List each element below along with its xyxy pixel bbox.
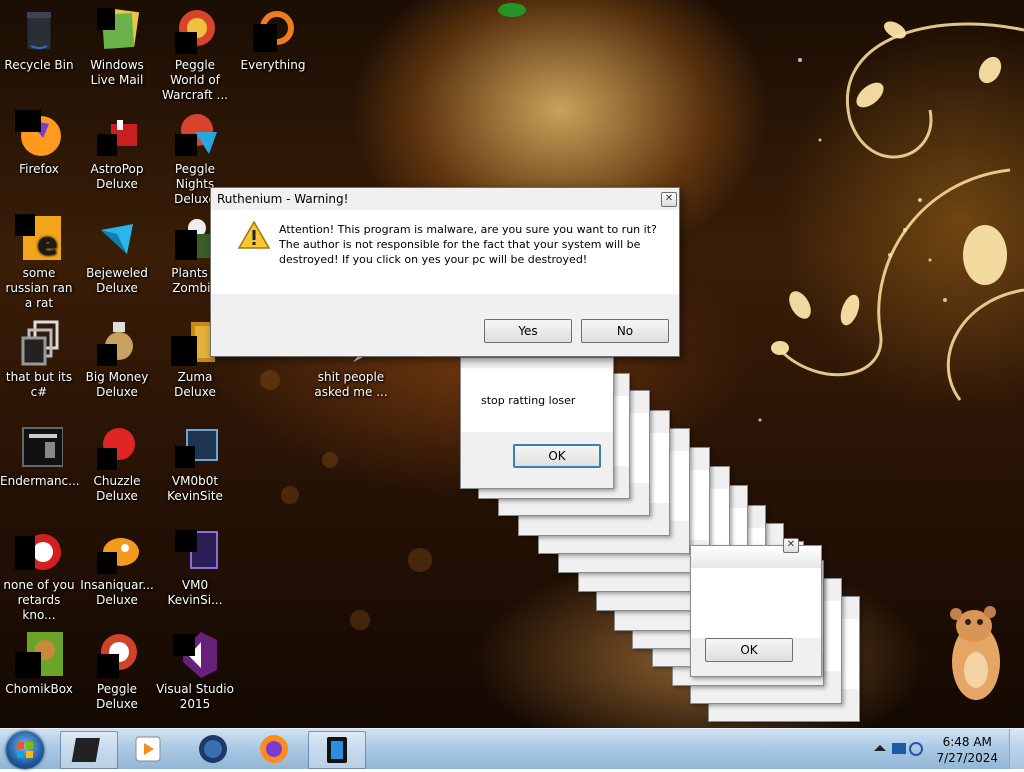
windows-logo-icon [17,742,33,758]
taskbar-item-media-player[interactable] [120,731,176,767]
desktop-icon-recycle-bin[interactable]: Recycle Bin [0,0,78,73]
stop-ratting-dialog[interactable]: stop ratting loser OK [460,357,614,489]
desktop-icon-vm0b0t-kevinsite[interactable]: VM0b0t KevinSite [156,416,234,504]
close-icon[interactable]: ✕ [661,192,677,207]
icon-label: that but its c# [5,370,73,399]
media-player-icon [135,736,161,762]
svg-text:e: e [37,227,57,262]
recycle-bin-icon [15,6,63,54]
icon-label: Zuma Deluxe [174,370,216,399]
desktop-icon-firefox[interactable]: Firefox [0,104,78,177]
icon-label: Firefox [19,162,59,176]
visual-studio-icon [171,630,219,678]
icon-label: Everything [240,58,306,72]
app-icon [171,526,219,574]
icon-label: Recycle Bin [4,58,74,72]
tray-icons [874,742,923,756]
icon-label: Bejeweled Deluxe [86,266,148,295]
globe-icon [199,735,227,763]
icon-label: shit people asked me ... [314,370,388,399]
popup-window-back[interactable]: ✕ OK [690,538,822,677]
icon-label: Peggle Deluxe [96,682,138,711]
clock-time: 6:48 AM [942,735,992,749]
desktop: Recycle Bin Firefox e some russian ran a… [0,0,1024,728]
desktop-icon-peggle-deluxe[interactable]: Peggle Deluxe [78,624,156,712]
title-bar [691,546,821,568]
dialog-body: Attention! This program is malware, are … [211,210,679,294]
desktop-icon-chomikbox[interactable]: ChomikBox [0,624,78,697]
icon-label: Insaniquar... Deluxe [80,578,154,607]
icon-label: none of you retards kno... [3,578,75,622]
hamster-image [950,606,1000,700]
app-icon [93,318,141,366]
icon-label: AstroPop Deluxe [90,162,144,191]
desktop-icon-astropop-deluxe[interactable]: AstroPop Deluxe [78,104,156,192]
app-icon [15,318,63,366]
icon-label: VM0b0t KevinSite [167,474,223,503]
ok-button[interactable]: OK [513,444,601,468]
desktop-icon-bejeweled-deluxe[interactable]: Bejeweled Deluxe [78,208,156,296]
taskbar: 6:48 AM 7/27/2024 [0,728,1024,769]
ok-button[interactable]: OK [705,638,793,662]
icon-label: VM0 KevinSi... [167,578,223,607]
clock-date: 7/27/2024 [936,751,998,765]
desktop-icon-windows-live-mail[interactable]: Windows Live Mail [78,0,156,88]
desktop-icon-everything[interactable]: Everything [234,0,312,73]
app-icon [93,422,141,470]
firefox-icon [15,110,63,158]
dialog-message: Attention! This program is malware, are … [279,223,657,266]
desktop-icon-big-money-deluxe[interactable]: Big Money Deluxe [78,312,156,400]
window-icon [327,737,347,763]
desktop-icon-some-russian-ran-a-rat[interactable]: e some russian ran a rat [0,208,78,311]
icon-label: some russian ran a rat [5,266,73,310]
desktop-icon-visual-studio-2015[interactable]: Visual Studio 2015 [156,624,234,712]
app-icon [71,738,100,762]
icon-label: ChomikBox [5,682,73,696]
show-desktop-button[interactable] [1009,729,1024,769]
app-icon [93,630,141,678]
popup-content [691,568,821,638]
app-icon [15,526,63,574]
icon-label: Chuzzle Deluxe [93,474,141,503]
close-icon[interactable]: ✕ [783,538,799,553]
dialog-title: Ruthenium - Warning! [217,192,349,206]
yes-button[interactable]: Yes [484,319,572,343]
system-tray: 6:48 AM 7/27/2024 [864,729,1024,769]
icon-label: Big Money Deluxe [85,370,149,399]
app-icon: e [15,214,63,262]
warning-icon [237,220,271,249]
desktop-icon-endermanch[interactable]: Endermanc... [0,416,80,489]
start-button[interactable] [6,731,44,769]
app-icon [15,630,63,678]
icon-label: Peggle World of Warcraft ... [162,58,228,102]
clock[interactable]: 6:48 AM 7/27/2024 [936,734,998,766]
gem-icon [93,214,141,262]
desktop-icon-insaniquarium-deluxe[interactable]: Insaniquar... Deluxe [78,520,156,608]
taskbar-item-firefox[interactable] [246,731,302,767]
desktop-icon-peggle-world-of-warcraft[interactable]: Peggle World of Warcraft ... [156,0,234,103]
fish-icon [93,526,141,574]
dialog-message: stop ratting loser [481,394,576,407]
taskbar-item-app[interactable] [60,731,118,769]
desktop-icon-none-of-you[interactable]: none of you retards kno... [0,520,78,623]
app-icon [15,422,64,470]
no-button[interactable]: No [581,319,669,343]
search-icon [249,6,297,54]
taskbar-item-popup[interactable] [308,731,366,769]
desktop-icon-vm0-kevinsite[interactable]: VM0 KevinSi... [156,520,234,608]
warning-dialog[interactable]: Ruthenium - Warning! ✕ Attention! This p… [210,187,680,357]
desktop-icon-chuzzle-deluxe[interactable]: Chuzzle Deluxe [78,416,156,504]
app-icon [171,422,219,470]
app-icon [93,110,141,158]
app-icon [171,6,219,54]
taskbar-item-globe[interactable] [185,731,241,767]
icon-label: Endermanc... [0,474,80,488]
desktop-icon-that-but-its-c[interactable]: that but its c# [0,312,78,400]
icon-label: Visual Studio 2015 [156,682,234,711]
firefox-icon [260,735,288,763]
mail-icon [93,6,141,54]
app-icon [171,110,219,158]
icon-label: Windows Live Mail [90,58,144,87]
